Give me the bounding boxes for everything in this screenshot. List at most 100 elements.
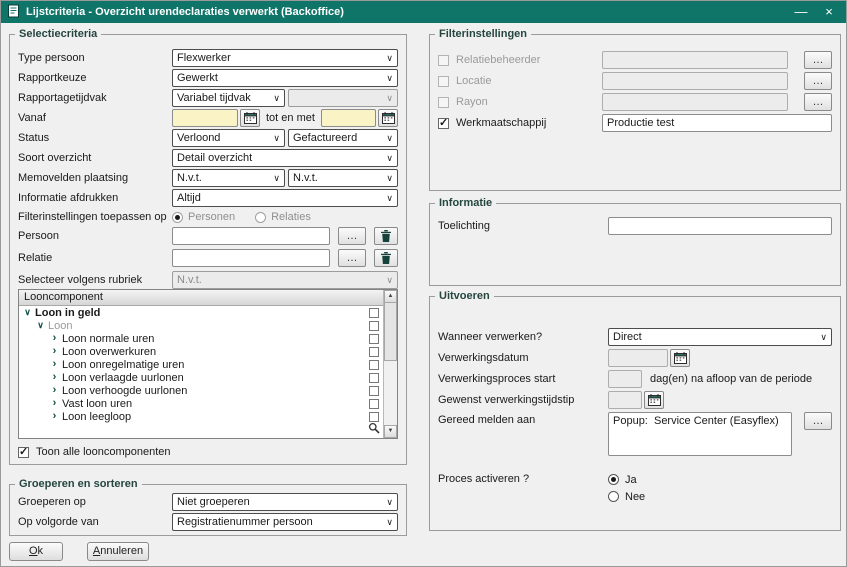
- expander-closed-icon[interactable]: [49, 345, 60, 358]
- tree-checkbox[interactable]: [369, 308, 379, 318]
- memovelden-dropdown-2[interactable]: N.v.t.: [288, 169, 398, 187]
- tree-header[interactable]: Looncomponent: [19, 290, 383, 306]
- tijdstip-calendar-button[interactable]: [644, 391, 664, 409]
- werkmaatschappij-checkbox[interactable]: [438, 118, 449, 129]
- informatie-afdrukken-label: Informatie afdrukken: [18, 192, 172, 204]
- close-button[interactable]: ×: [818, 1, 840, 23]
- selectiecriteria-group: Selectiecriteria Type persoon Flexwerker…: [9, 34, 407, 465]
- tree-row-loon[interactable]: Loon: [19, 319, 397, 332]
- gereed-melden-browse-button[interactable]: …: [804, 412, 832, 430]
- toelichting-row: Toelichting: [438, 217, 832, 235]
- tree-row[interactable]: Loon verlaagde uurlonen: [19, 371, 397, 384]
- tree-row[interactable]: Loon overwerkuren: [19, 345, 397, 358]
- expander-closed-icon[interactable]: [49, 397, 60, 410]
- memovelden-dropdown-1[interactable]: N.v.t.: [172, 169, 285, 187]
- relatiebeheerder-browse-button[interactable]: …: [804, 51, 832, 69]
- verwerkingsdatum-calendar-button[interactable]: [670, 349, 690, 367]
- vanaf-calendar-button[interactable]: [240, 109, 260, 127]
- scroll-down-icon[interactable]: [384, 425, 397, 438]
- rayon-label: Rayon: [456, 96, 602, 108]
- nee-radio[interactable]: [608, 491, 619, 502]
- tree-row[interactable]: Loon onregelmatige uren: [19, 358, 397, 371]
- filterinstellingen-title: Filterinstellingen: [435, 28, 531, 41]
- expander-open-icon[interactable]: [35, 319, 46, 332]
- expander-closed-icon[interactable]: [49, 384, 60, 397]
- tree-checkbox[interactable]: [369, 347, 379, 357]
- relatie-clear-button[interactable]: [374, 249, 398, 267]
- informatie-afdrukken-dropdown[interactable]: Altijd: [172, 189, 398, 207]
- rayon-browse-button[interactable]: …: [804, 93, 832, 111]
- calendar-icon: [648, 394, 661, 406]
- tot-en-met-calendar-button[interactable]: [378, 109, 398, 127]
- gereed-melden-box[interactable]: Popup: Service Center (Easyflex): [608, 412, 792, 456]
- persoon-browse-button[interactable]: …: [338, 227, 366, 245]
- soort-overzicht-dropdown[interactable]: Detail overzicht: [172, 149, 398, 167]
- tree-checkbox[interactable]: [369, 321, 379, 331]
- persoon-label: Persoon: [18, 230, 172, 242]
- expander-closed-icon[interactable]: [49, 332, 60, 345]
- toelichting-label: Toelichting: [438, 220, 608, 232]
- rubriek-dropdown: N.v.t.: [172, 271, 398, 289]
- type-persoon-dropdown[interactable]: Flexwerker: [172, 49, 398, 67]
- search-icon[interactable]: [368, 422, 380, 434]
- tree-checkbox[interactable]: [369, 412, 379, 422]
- tree-row[interactable]: Loon verhoogde uurlonen: [19, 384, 397, 397]
- tree-checkbox[interactable]: [369, 386, 379, 396]
- looncomponent-tree: Looncomponent Loon in geld Loon Loon nor…: [18, 289, 398, 439]
- personen-label: Personen: [188, 211, 235, 223]
- tree-row[interactable]: Vast loon uren: [19, 397, 397, 410]
- expander-open-icon[interactable]: [22, 306, 33, 319]
- persoon-input[interactable]: [172, 227, 330, 245]
- vanaf-date-input[interactable]: [172, 109, 238, 127]
- memovelden-label: Memovelden plaatsing: [18, 172, 172, 184]
- locatie-input: [602, 72, 788, 90]
- volgorde-dropdown[interactable]: Registratienummer persoon: [172, 513, 398, 531]
- persoon-clear-button[interactable]: [374, 227, 398, 245]
- status-factuur-dropdown[interactable]: Gefactureerd: [288, 129, 398, 147]
- tijdstip-label: Gewenst verwerkingstijdstip: [438, 394, 608, 406]
- selectiecriteria-title: Selectiecriteria: [15, 28, 101, 41]
- rapportagetijdvak-period-dropdown: [288, 89, 398, 107]
- tree-checkbox[interactable]: [369, 399, 379, 409]
- tree-row[interactable]: Loon normale uren: [19, 332, 397, 345]
- minimize-button[interactable]: —: [790, 1, 812, 23]
- rapportagetijdvak-row: Rapportagetijdvak Variabel tijdvak: [18, 89, 398, 107]
- werkmaatschappij-input[interactable]: [602, 114, 832, 132]
- proces-activeren-label: Proces activeren ?: [438, 473, 608, 485]
- rapportkeuze-dropdown[interactable]: Gewerkt: [172, 69, 398, 87]
- tree-checkbox[interactable]: [369, 334, 379, 344]
- wanneer-dropdown[interactable]: Direct: [608, 328, 832, 346]
- toelichting-input[interactable]: [608, 217, 832, 235]
- informatie-afdrukken-row: Informatie afdrukken Altijd: [18, 189, 398, 207]
- tot-en-met-date-input[interactable]: [321, 109, 376, 127]
- scroll-up-icon[interactable]: [384, 290, 397, 303]
- annuleren-button[interactable]: Annuleren: [87, 542, 149, 561]
- tree-checkbox[interactable]: [369, 373, 379, 383]
- toon-alle-checkbox[interactable]: [18, 447, 29, 458]
- expander-closed-icon[interactable]: [49, 358, 60, 371]
- groeperen-op-label: Groeperen op: [18, 496, 172, 508]
- relatie-label: Relatie: [18, 252, 172, 264]
- relatie-browse-button[interactable]: …: [338, 249, 366, 267]
- tree-scrollbar[interactable]: [383, 290, 397, 438]
- relatie-input[interactable]: [172, 249, 330, 267]
- ja-radio[interactable]: [608, 474, 619, 485]
- rapportagetijdvak-dropdown[interactable]: Variabel tijdvak: [172, 89, 285, 107]
- expander-closed-icon[interactable]: [49, 410, 60, 423]
- volgorde-label: Op volgorde van: [18, 516, 172, 528]
- expander-closed-icon[interactable]: [49, 371, 60, 384]
- relaties-label: Relaties: [271, 211, 311, 223]
- ok-button[interactable]: Ok: [9, 542, 63, 561]
- tree-row[interactable]: Loon leegloop: [19, 410, 397, 423]
- status-dropdown[interactable]: Verloond: [172, 129, 285, 147]
- gereed-melden-label: Gereed melden aan: [438, 412, 608, 426]
- wanneer-label: Wanneer verwerken?: [438, 331, 608, 343]
- locatie-browse-button[interactable]: …: [804, 72, 832, 90]
- tree-row-loon-in-geld[interactable]: Loon in geld: [19, 306, 397, 319]
- relatiebeheerder-input: [602, 51, 788, 69]
- tree-checkbox[interactable]: [369, 360, 379, 370]
- scroll-thumb[interactable]: [384, 303, 397, 361]
- calendar-icon: [382, 112, 395, 124]
- proces-activeren-options: Ja Nee: [608, 473, 645, 503]
- groeperen-op-dropdown[interactable]: Niet groeperen: [172, 493, 398, 511]
